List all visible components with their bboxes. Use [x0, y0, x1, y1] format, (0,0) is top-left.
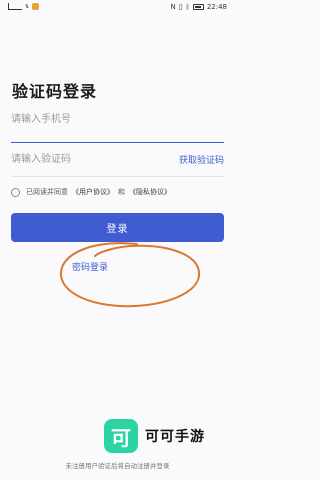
privacy-agreement-link[interactable]: 《隐私协议》	[129, 187, 171, 197]
nfc-icon: N	[170, 3, 176, 11]
app-notification-icon	[32, 3, 40, 10]
watermark-logo: 可	[104, 419, 138, 453]
status-left-icons: ⇅	[8, 3, 40, 10]
status-bar: ⇅ N ▯ ᛒ 22:48	[0, 0, 235, 16]
phone-input-underline	[11, 142, 224, 143]
status-right-icons: N ▯ ᛒ 22:48	[171, 3, 228, 11]
watermark-text: 可可手游	[145, 429, 205, 445]
get-code-button[interactable]: 获取验证码	[179, 153, 224, 166]
code-input-underline	[11, 176, 224, 177]
wifi-speed-icon: ⇅	[25, 3, 30, 10]
agreement-row: 已阅读并同意 《用户协议》 和 《隐私协议》	[11, 187, 175, 197]
vibrate-icon: ▯	[178, 3, 183, 11]
watermark-logo-char: 可	[111, 425, 131, 450]
login-button[interactable]: 登录	[11, 213, 224, 242]
battery-icon	[192, 4, 204, 10]
hand-drawn-circle-annotation	[59, 242, 201, 308]
agreement-prefix: 已阅读并同意	[26, 188, 68, 196]
signal-icon	[8, 3, 22, 10]
watermark: 可 可可手游	[104, 419, 205, 453]
phone-input[interactable]	[11, 90, 224, 140]
verification-code-input[interactable]	[11, 148, 161, 170]
bluetooth-icon: ᛒ	[185, 3, 190, 11]
agreement-radio[interactable]	[11, 187, 20, 197]
status-time: 22:48	[206, 3, 227, 11]
agreement-and: 和	[118, 188, 125, 196]
password-login-link[interactable]: 密码登录	[72, 260, 108, 273]
registration-footnote: 未注册用户验证后将自动注册并登录	[65, 462, 170, 470]
user-agreement-link[interactable]: 《用户协议》	[72, 187, 114, 197]
